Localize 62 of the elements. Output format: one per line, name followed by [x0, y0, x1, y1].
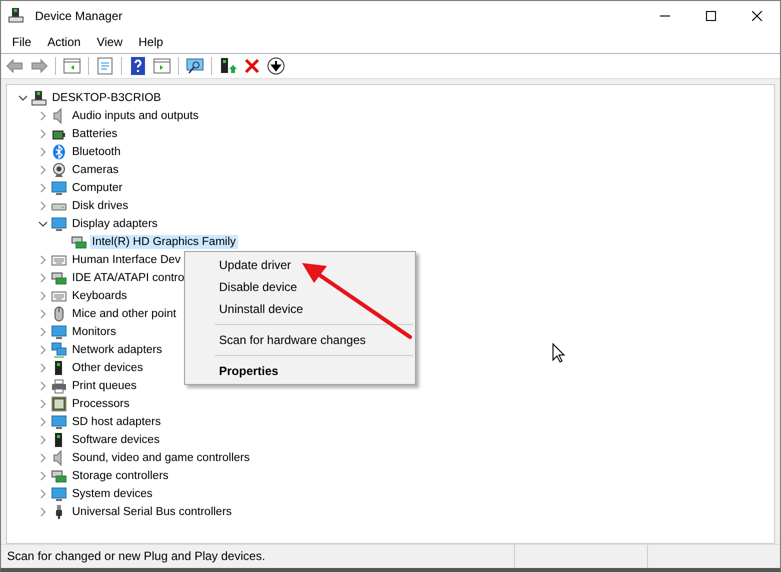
back-arrow-icon[interactable] — [5, 56, 25, 76]
circuit-card-icon — [71, 234, 87, 250]
tree-item[interactable]: Bluetooth — [70, 145, 123, 159]
monitor-icon — [51, 216, 67, 232]
tree-item[interactable]: DESKTOP-B3CRIOB — [50, 91, 164, 105]
printer-icon — [51, 378, 67, 394]
delete-x-icon[interactable] — [242, 56, 262, 76]
menu-item[interactable]: Uninstall device — [185, 298, 415, 320]
menu-item[interactable]: Update driver — [185, 254, 415, 276]
device-add-icon[interactable] — [218, 56, 238, 76]
computer-icon — [31, 90, 47, 106]
tree-item[interactable]: Audio inputs and outputs — [70, 109, 201, 123]
tree-item[interactable]: Monitors — [70, 325, 118, 339]
tree-item[interactable]: Network adapters — [70, 343, 164, 357]
monitor-icon — [51, 324, 67, 340]
monitor-icon — [51, 486, 67, 502]
tree-item[interactable]: Human Interface Dev — [70, 253, 183, 267]
tree-item[interactable]: Display adapters — [70, 217, 160, 231]
tree-item[interactable]: Batteries — [70, 127, 120, 141]
window-panel-icon[interactable] — [152, 56, 172, 76]
menu-item[interactable]: Help — [130, 33, 172, 51]
tree-item[interactable]: Other devices — [70, 361, 145, 375]
tree-item[interactable]: System devices — [70, 487, 155, 501]
monitor-icon — [51, 414, 67, 430]
tree-item[interactable]: Keyboards — [70, 289, 129, 303]
tree-item[interactable]: IDE ATA/ATAPI contro — [70, 271, 186, 285]
monitor-icon — [51, 180, 67, 196]
menu-item[interactable]: Action — [39, 33, 89, 51]
menu-item[interactable]: Disable device — [185, 276, 415, 298]
tree-item[interactable]: Cameras — [70, 163, 121, 177]
forward-arrow-icon[interactable] — [29, 56, 49, 76]
menu-item[interactable]: Properties — [185, 360, 415, 382]
tree-item[interactable]: Intel(R) HD Graphics Family — [90, 235, 238, 249]
menu-item[interactable]: Scan for hardware changes — [185, 329, 415, 351]
computer-icon — [8, 6, 24, 22]
properties-sheet-icon[interactable] — [95, 56, 115, 76]
tree-item[interactable]: Mice and other point — [70, 307, 178, 321]
monitor-search-icon[interactable] — [185, 56, 205, 76]
chip-icon — [51, 396, 67, 412]
maximize-icon — [706, 11, 716, 21]
menu-item[interactable]: File — [4, 33, 40, 51]
circuit-card-icon — [51, 270, 67, 286]
tree-item[interactable]: Computer — [70, 181, 124, 195]
circuit-card-icon — [51, 468, 67, 484]
window-panel-icon[interactable] — [62, 56, 82, 76]
window-title: Device Manager — [35, 9, 124, 23]
tree-item[interactable]: Universal Serial Bus controllers — [70, 505, 234, 519]
tree-item[interactable]: Processors — [70, 397, 132, 411]
tree-item[interactable]: Sound, video and game controllers — [70, 451, 252, 465]
tree-item[interactable]: Disk drives — [70, 199, 130, 213]
menu-item[interactable]: View — [88, 33, 130, 51]
tree-item[interactable]: Software devices — [70, 433, 162, 447]
tree-item[interactable]: Print queues — [70, 379, 139, 393]
cursor-icon — [552, 342, 566, 363]
tree-item[interactable]: SD host adapters — [70, 415, 163, 429]
bluetooth-icon — [51, 144, 67, 160]
close-icon — [752, 11, 762, 21]
status-text: Scan for changed or new Plug and Play devices. — [6, 548, 266, 565]
webcam-icon — [51, 162, 67, 178]
help-icon[interactable] — [128, 56, 148, 76]
tree-item[interactable]: Storage controllers — [70, 469, 171, 483]
network-icon — [51, 342, 67, 358]
